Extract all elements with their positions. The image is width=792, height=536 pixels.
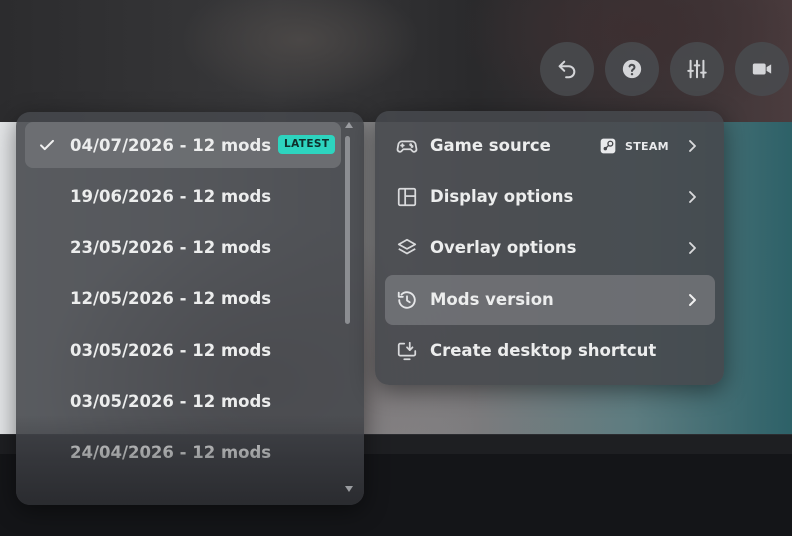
menu-item-game-source[interactable]: Game source STEAM — [385, 121, 715, 171]
menu-item-overlay-options[interactable]: Overlay options — [385, 223, 715, 273]
check-icon — [40, 139, 54, 151]
version-label: 03/05/2026 - 12 mods — [70, 391, 272, 411]
mods-version-list: 04/07/2026 - 12 mods LATEST 19/06/2026 -… — [16, 112, 364, 505]
version-item[interactable]: 23/05/2026 - 12 mods — [25, 224, 341, 270]
menu-item-label: Mods version — [430, 290, 554, 309]
version-label: 23/05/2026 - 12 mods — [70, 237, 272, 257]
chevron-right-icon — [689, 242, 696, 254]
chevron-right-icon — [689, 294, 696, 306]
version-list-scrollbar[interactable] — [343, 120, 355, 498]
version-item[interactable]: 12/05/2026 - 12 mods — [25, 275, 341, 321]
download-monitor-icon — [397, 341, 417, 361]
version-item[interactable]: 03/05/2026 - 12 mods — [25, 327, 341, 373]
undo-button[interactable] — [540, 42, 594, 96]
video-icon — [752, 63, 772, 75]
version-item[interactable]: 19/06/2026 - 12 mods — [25, 173, 341, 219]
version-item[interactable]: 04/07/2026 - 12 mods LATEST — [25, 122, 341, 168]
menu-item-create-shortcut[interactable]: Create desktop shortcut — [385, 326, 715, 376]
settings-sliders-button[interactable] — [670, 42, 724, 96]
gamepad-icon — [396, 140, 418, 153]
sliders-icon — [687, 59, 707, 79]
steam-icon — [600, 138, 616, 154]
version-label: 12/05/2026 - 12 mods — [70, 288, 272, 308]
scroll-down-arrow-icon[interactable] — [345, 486, 353, 492]
undo-icon — [558, 60, 576, 79]
game-context-menu: Game source STEAM Display options Overla… — [375, 111, 724, 385]
scrollbar-thumb[interactable] — [345, 136, 350, 324]
chevron-right-icon — [689, 191, 696, 203]
history-icon — [397, 291, 416, 309]
latest-badge: LATEST — [278, 135, 336, 154]
menu-item-display-options[interactable]: Display options — [385, 172, 715, 222]
source-name: STEAM — [625, 139, 669, 153]
menu-item-label: Create desktop shortcut — [430, 341, 657, 360]
layers-icon — [397, 238, 417, 255]
version-label: 04/07/2026 - 12 mods — [70, 135, 272, 155]
help-button[interactable] — [605, 42, 659, 96]
version-label: 24/04/2026 - 12 mods — [70, 442, 272, 462]
menu-item-mods-version[interactable]: Mods version — [385, 275, 715, 325]
help-icon — [622, 59, 642, 79]
version-item[interactable]: 24/04/2026 - 12 mods — [25, 429, 341, 475]
menu-item-label: Overlay options — [430, 238, 577, 257]
version-label: 03/05/2026 - 12 mods — [70, 340, 272, 360]
version-item[interactable]: 03/05/2026 - 12 mods — [25, 378, 341, 424]
chevron-right-icon — [689, 140, 696, 152]
scroll-up-arrow-icon[interactable] — [345, 122, 353, 128]
menu-item-label: Display options — [430, 187, 574, 206]
version-label: 19/06/2026 - 12 mods — [70, 186, 272, 206]
record-video-button[interactable] — [735, 42, 789, 96]
menu-item-label: Game source — [430, 136, 551, 155]
layout-icon — [397, 187, 417, 207]
steam-source-indicator: STEAM — [600, 121, 669, 171]
